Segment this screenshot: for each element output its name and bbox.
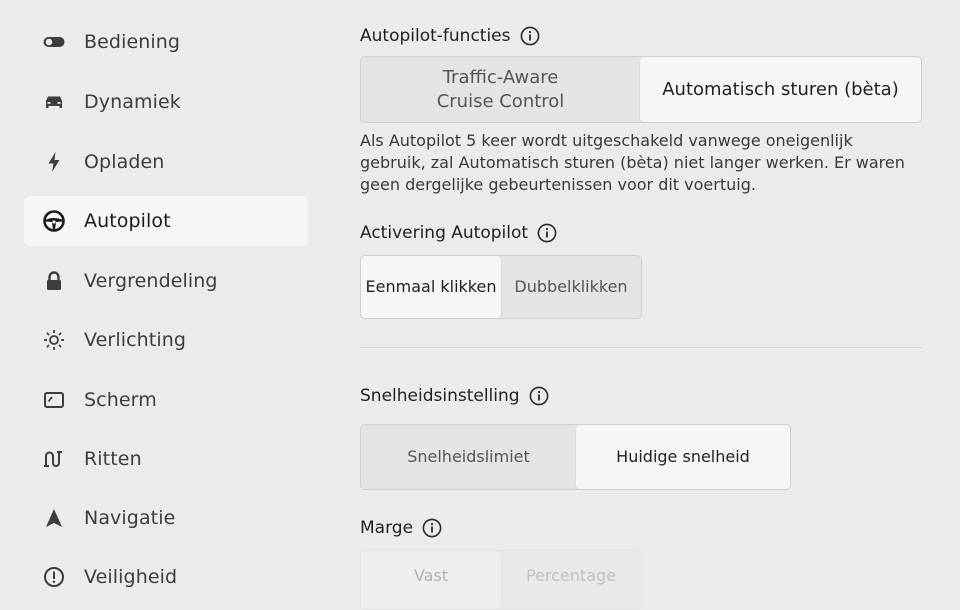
sidebar-item-vergrendeling[interactable]: Vergrendeling — [24, 256, 308, 306]
double-click-option[interactable]: Dubbelklikken — [501, 256, 641, 318]
single-click-option[interactable]: Eenmaal klikken — [361, 256, 501, 318]
sidebar-item-veiligheid[interactable]: Veiligheid — [24, 552, 308, 602]
margin-heading: Marge — [360, 518, 442, 538]
autosteer-beta-option[interactable]: Automatisch sturen (bèta) — [640, 57, 921, 122]
display-icon — [42, 388, 66, 412]
speed-setting-heading: Snelheidsinstelling — [360, 386, 549, 406]
section-title: Autopilot-functies — [360, 26, 511, 46]
sidebar-item-label: Navigatie — [84, 507, 176, 529]
autopilot-activation-heading: Activering Autopilot — [360, 223, 557, 243]
sidebar-item-label: Scherm — [84, 389, 157, 411]
speed-setting-selector: Snelheidslimiet Huidige snelheid — [360, 424, 791, 490]
info-icon[interactable] — [520, 26, 540, 46]
sidebar-item-scherm[interactable]: Scherm — [24, 375, 308, 425]
autopilot-features-selector: Traffic-Aware Cruise Control Automatisch… — [360, 56, 922, 123]
sidebar-item-label: Veiligheid — [84, 566, 178, 588]
info-icon[interactable] — [537, 223, 557, 243]
percentage-margin-option[interactable]: Percentage — [501, 551, 641, 609]
autopilot-activation-selector: Eenmaal klikken Dubbelklikken — [360, 255, 642, 319]
toggle-icon — [42, 30, 66, 54]
light-icon — [42, 328, 66, 352]
autopilot-settings-panel: Autopilot-functies Traffic-Aware Cruise … — [360, 0, 960, 610]
lightning-icon — [42, 150, 66, 174]
section-title: Snelheidsinstelling — [360, 386, 520, 406]
info-icon[interactable] — [422, 518, 442, 538]
fixed-margin-option[interactable]: Vast — [361, 551, 501, 609]
speed-limit-option[interactable]: Snelheidslimiet — [361, 425, 576, 489]
lock-icon — [42, 269, 66, 293]
traffic-aware-cruise-control-option[interactable]: Traffic-Aware Cruise Control — [361, 57, 640, 122]
steering-wheel-icon — [42, 209, 66, 233]
sidebar-item-label: Dynamiek — [84, 91, 181, 113]
sidebar-item-bediening[interactable]: Bediening — [24, 17, 308, 67]
sidebar-item-opladen[interactable]: Opladen — [24, 137, 308, 187]
sidebar-item-ritten[interactable]: Ritten — [24, 434, 308, 484]
sidebar-item-label: Autopilot — [84, 210, 171, 232]
info-icon[interactable] — [529, 386, 549, 406]
settings-sidebar: Bediening Dynamiek Opladen Autopilot Ver… — [0, 0, 320, 590]
navigation-arrow-icon — [42, 506, 66, 530]
sidebar-item-label: Bediening — [84, 31, 181, 53]
autopilot-strike-description: Als Autopilot 5 keer wordt uitgeschakeld… — [360, 131, 905, 194]
autopilot-features-heading: Autopilot-functies — [360, 26, 540, 46]
section-title: Activering Autopilot — [360, 223, 529, 243]
trips-icon — [42, 447, 66, 471]
sidebar-item-label: Vergrendeling — [84, 270, 218, 292]
sidebar-item-label: Verlichting — [84, 329, 187, 351]
sidebar-item-navigatie[interactable]: Navigatie — [24, 493, 308, 543]
sidebar-item-autopilot[interactable]: Autopilot — [24, 196, 308, 246]
sidebar-item-dynamiek[interactable]: Dynamiek — [24, 77, 308, 127]
car-icon — [42, 90, 66, 114]
sidebar-item-verlichting[interactable]: Verlichting — [24, 315, 308, 365]
sidebar-item-label: Opladen — [84, 151, 165, 173]
alert-icon — [42, 565, 66, 589]
current-speed-option[interactable]: Huidige snelheid — [576, 425, 790, 489]
section-title: Marge — [360, 518, 414, 538]
margin-selector: Vast Percentage — [360, 550, 642, 610]
sidebar-item-label: Ritten — [84, 448, 142, 470]
section-divider — [360, 347, 922, 348]
